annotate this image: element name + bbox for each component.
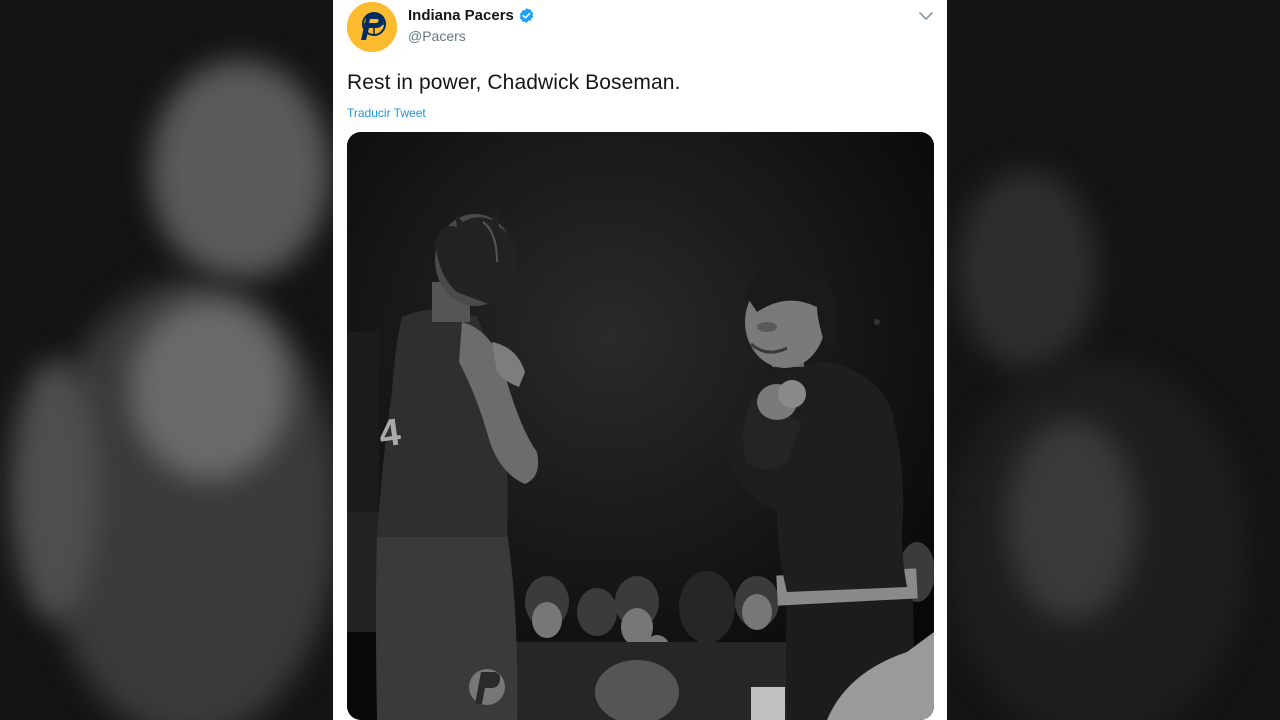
blurred-background-right <box>947 0 1280 720</box>
translate-tweet-link[interactable]: Traducir Tweet <box>347 106 426 120</box>
blurred-background-left <box>0 0 333 720</box>
avatar[interactable] <box>347 2 397 52</box>
user-handle[interactable]: @Pacers <box>408 28 466 44</box>
tweet-card: Indiana Pacers @Pacers Rest in power, Ch… <box>333 0 947 720</box>
pacers-logo-icon <box>347 2 397 52</box>
tweet-photo[interactable]: 4 <box>347 132 934 720</box>
verified-badge-icon <box>519 8 534 23</box>
display-name[interactable]: Indiana Pacers <box>408 7 535 24</box>
chevron-down-icon[interactable] <box>917 7 935 25</box>
display-name-text[interactable]: Indiana Pacers <box>408 7 514 24</box>
tweet-text: Rest in power, Chadwick Boseman. <box>347 71 681 94</box>
photo-illustration: 4 <box>347 132 934 720</box>
screenshot-stage: Indiana Pacers @Pacers Rest in power, Ch… <box>0 0 1280 720</box>
